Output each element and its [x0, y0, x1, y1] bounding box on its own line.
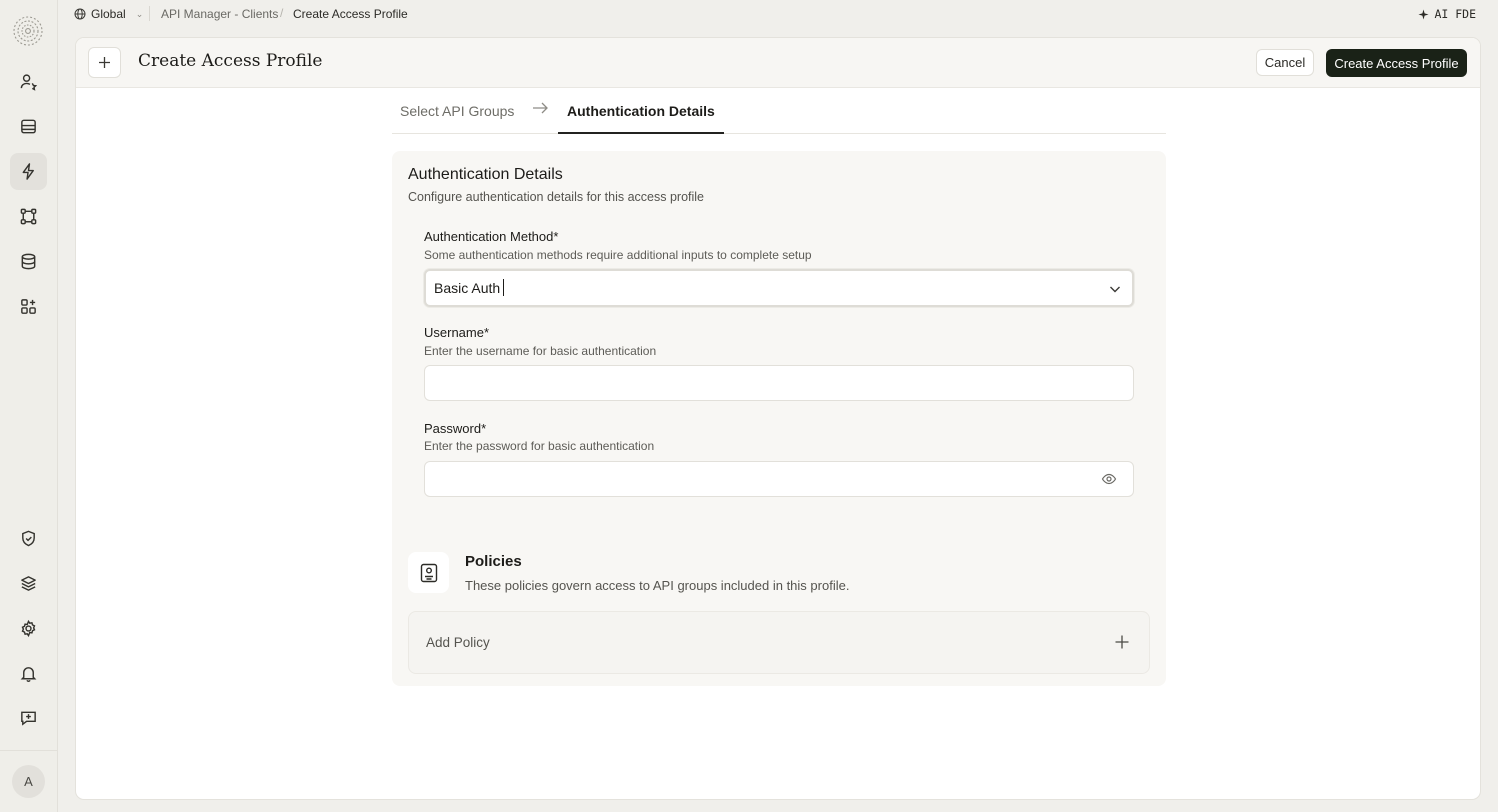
tab-select-api-groups[interactable]: Select API Groups — [400, 103, 514, 119]
page-title: Create Access Profile — [138, 51, 323, 71]
password-label: Password* — [424, 421, 487, 436]
auth-method-value: Basic Auth — [434, 280, 501, 296]
left-rail: A — [0, 0, 58, 812]
rail-divider — [0, 750, 58, 751]
section-title: Authentication Details — [408, 166, 563, 183]
breadcrumb-divider — [149, 6, 150, 21]
auth-method-label: Authentication Method* — [424, 229, 559, 244]
scope-label: Global — [91, 7, 126, 21]
breadcrumb-parent-link[interactable]: API Manager - Clients — [161, 7, 278, 21]
shield-icon[interactable] — [10, 520, 47, 557]
create-access-profile-button[interactable]: Create Access Profile — [1326, 49, 1467, 77]
step-tabs: Select API Groups Authentication Details — [392, 88, 1166, 134]
text-caret — [503, 279, 504, 296]
bell-icon[interactable] — [10, 655, 47, 692]
plus-icon — [1115, 635, 1129, 649]
authentication-card: Authentication Details Configure authent… — [392, 151, 1166, 686]
nodes-icon[interactable] — [10, 198, 47, 235]
apps-icon[interactable] — [10, 288, 47, 325]
globe-icon — [74, 8, 86, 20]
avatar[interactable]: A — [12, 765, 45, 798]
breadcrumb-separator: / — [280, 6, 284, 20]
app-logo-icon[interactable] — [11, 14, 45, 48]
password-help: Enter the password for basic authenticat… — [424, 439, 655, 453]
add-policy-label: Add Policy — [426, 635, 490, 650]
breadcrumb: Global ⌄ API Manager - Clients / Create … — [58, 0, 1498, 28]
chevron-down-icon: ⌄ — [135, 8, 144, 19]
database-icon[interactable] — [10, 243, 47, 280]
ai-fde-label: AI FDE — [1434, 7, 1476, 21]
auth-method-select[interactable]: Basic Auth — [424, 269, 1134, 307]
main-panel: Create Access Profile Cancel Create Acce… — [75, 37, 1481, 800]
tab-authentication-details[interactable]: Authentication Details — [558, 88, 724, 134]
lightning-icon[interactable] — [10, 153, 47, 190]
arrow-right-icon — [532, 101, 549, 119]
username-field[interactable] — [424, 365, 1134, 401]
auth-method-help: Some authentication methods require addi… — [424, 248, 812, 262]
username-help: Enter the username for basic authenticat… — [424, 344, 657, 358]
policy-document-icon — [408, 552, 449, 593]
username-label: Username* — [424, 325, 490, 340]
inbox-icon[interactable] — [10, 108, 47, 145]
ai-fde-button[interactable]: AI FDE — [1418, 7, 1476, 21]
eye-icon[interactable] — [1101, 471, 1117, 487]
policies-subtitle: These policies govern access to API grou… — [465, 578, 850, 593]
add-policy-button[interactable]: Add Policy — [408, 611, 1150, 674]
breadcrumb-current: Create Access Profile — [293, 7, 408, 21]
password-field[interactable] — [424, 461, 1134, 497]
page-header: Create Access Profile Cancel Create Acce… — [76, 38, 1480, 88]
cancel-button[interactable]: Cancel — [1256, 49, 1314, 76]
gear-icon[interactable] — [10, 610, 47, 647]
chevron-down-icon — [1110, 286, 1120, 293]
scope-selector[interactable]: Global ⌄ — [74, 7, 143, 21]
users-icon[interactable] — [10, 63, 47, 100]
plus-icon — [88, 47, 121, 78]
section-subtitle: Configure authentication details for thi… — [408, 190, 704, 204]
layers-icon[interactable] — [10, 565, 47, 602]
sparkle-icon — [1418, 8, 1429, 20]
policies-title: Policies — [465, 553, 522, 570]
feedback-icon[interactable] — [10, 699, 47, 736]
